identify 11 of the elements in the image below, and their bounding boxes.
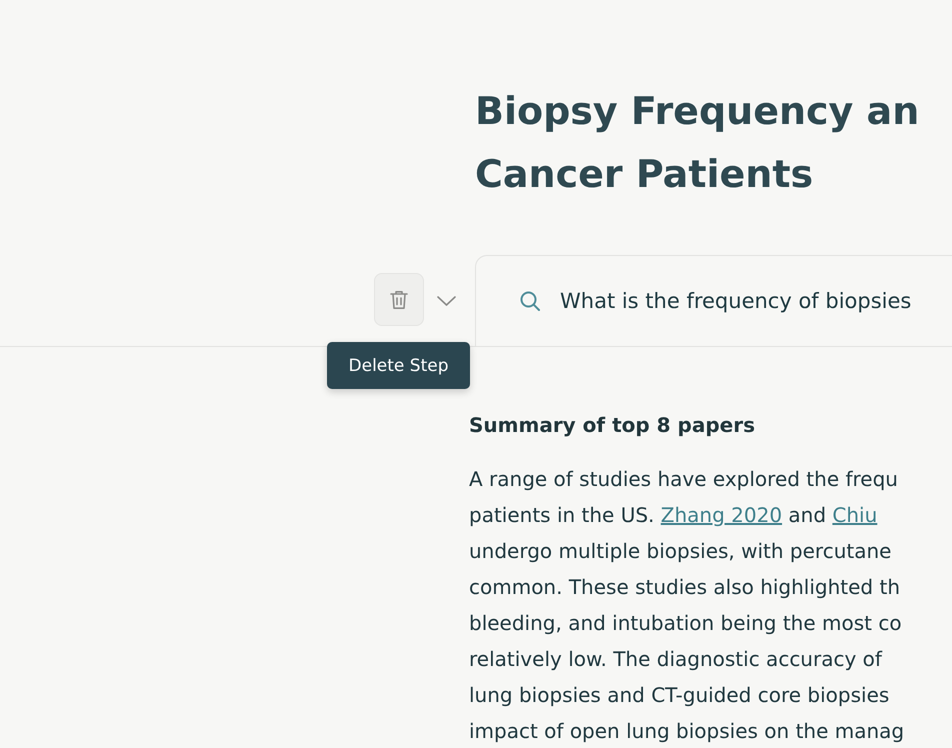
summary-paragraph: A range of studies have explored the frequ patients in the US. Zhang 2020 and Chiu undergo multiple biopsies, with percutane common. These studies also highlighted th bleeding, and intubation being the most co relatively low. The diagnostic accuracy of lung biopsies and CT-guided core biopsies impact of open lung biopsies on the manag [469, 466, 904, 745]
summary-heading: Summary of top 8 papers [469, 413, 756, 437]
search-icon [520, 291, 540, 311]
page-title: Biopsy Frequency an Cancer Patients [475, 88, 920, 198]
citation-link[interactable]: Chiu [832, 503, 878, 527]
citation-link[interactable]: Zhang 2020 [660, 503, 782, 527]
chevron-down-icon[interactable] [437, 296, 456, 306]
tooltip: Delete Step [327, 342, 470, 389]
search-field[interactable]: What is the frequency of biopsies [475, 255, 952, 346]
trash-icon [390, 290, 408, 310]
delete-button[interactable] [374, 273, 424, 326]
